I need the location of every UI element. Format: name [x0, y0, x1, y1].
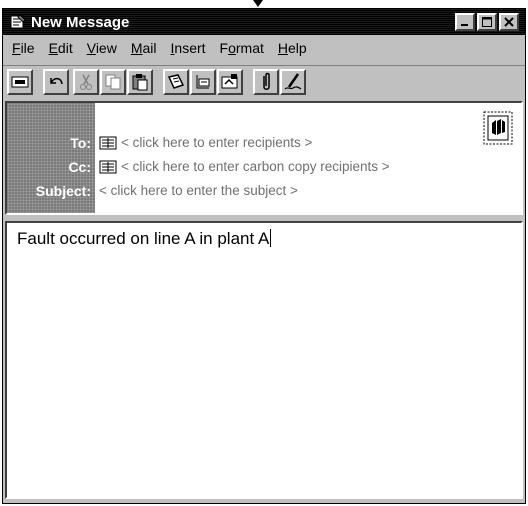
subject-label: Subject: [35, 183, 91, 199]
signature-button[interactable] [280, 69, 306, 95]
minimize-icon [461, 24, 468, 26]
menu-edit[interactable]: Edit [42, 40, 80, 56]
address-book-icon [167, 74, 185, 89]
pointer-arrow [253, 0, 263, 7]
menu-mail[interactable]: Mail [124, 40, 164, 56]
undo-button[interactable] [43, 69, 69, 95]
title-bar[interactable]: New Message [3, 9, 525, 35]
message-body-text: Fault occurred on line A in plant A [17, 229, 270, 248]
menu-format[interactable]: Format [213, 40, 271, 56]
select-names-button[interactable] [217, 69, 243, 95]
paste-button[interactable] [127, 69, 153, 95]
address-book-button[interactable] [163, 69, 189, 95]
copy-button[interactable] [100, 69, 126, 95]
stamp-icon[interactable] [483, 111, 513, 145]
paste-icon [132, 74, 148, 91]
check-names-icon [196, 75, 210, 89]
copy-icon [105, 74, 121, 90]
menu-format-mnemonic: o [228, 40, 236, 56]
cut-icon [80, 74, 92, 90]
message-window: New Message File Edit View Mail Insert F… [2, 8, 526, 504]
cc-placeholder: < click here to enter carbon copy recipi… [121, 159, 390, 174]
menu-edit-mnemonic: E [48, 40, 58, 56]
window-title: New Message [31, 13, 130, 31]
cc-label: Cc: [68, 159, 91, 175]
maximize-icon [482, 17, 492, 27]
send-button[interactable] [7, 69, 33, 95]
to-placeholder: < click here to enter recipients > [121, 135, 313, 150]
to-label: To: [70, 135, 91, 151]
close-button[interactable] [499, 13, 519, 31]
menu-help-mnemonic: H [277, 40, 289, 56]
menu-file-label: ile [20, 40, 35, 56]
subject-placeholder: < click here to enter the subject > [99, 183, 298, 198]
menu-help-label: elp [288, 40, 307, 56]
menu-file-mnemonic: F [12, 40, 21, 56]
message-app-icon[interactable] [9, 13, 27, 31]
message-header: To: Cc: Subject: < click here to enter r… [5, 101, 523, 215]
menu-mail-mnemonic: M [130, 40, 143, 56]
text-caret [270, 229, 272, 247]
maximize-button[interactable] [477, 13, 497, 31]
menu-format-pre: F [219, 40, 229, 56]
select-names-icon [221, 74, 238, 89]
menu-insert-label: nsert [174, 40, 206, 56]
header-label-column: To: Cc: Subject: [7, 103, 95, 213]
toolbar [3, 65, 525, 100]
address-card-icon [99, 136, 117, 149]
menu-file[interactable]: File [5, 40, 42, 56]
message-body[interactable]: Fault occurred on line A in plant A [5, 221, 523, 499]
menu-view-mnemonic: V [86, 40, 96, 56]
menu-help[interactable]: Help [271, 40, 314, 56]
attach-file-button[interactable] [253, 69, 279, 95]
menu-view[interactable]: View [80, 40, 124, 56]
menu-mail-label: ail [142, 40, 157, 56]
cut-button[interactable] [73, 69, 99, 95]
menu-bar: File Edit View Mail Insert Format Help [3, 36, 525, 60]
signature-icon [284, 73, 302, 90]
address-card-icon [99, 160, 117, 173]
subject-field[interactable]: < click here to enter the subject > [99, 183, 298, 198]
menu-insert[interactable]: Insert [164, 40, 213, 56]
menu-view-label: iew [95, 40, 117, 56]
menu-edit-label: dit [57, 40, 73, 56]
close-icon [504, 17, 514, 27]
to-field[interactable]: < click here to enter recipients > [99, 135, 312, 150]
menu-format-post: rmat [235, 40, 264, 56]
cc-field[interactable]: < click here to enter carbon copy recipi… [99, 159, 390, 174]
minimize-button[interactable] [455, 13, 475, 31]
undo-icon [50, 77, 63, 85]
attach-icon [263, 72, 270, 90]
send-icon [11, 76, 29, 88]
check-names-button[interactable] [190, 69, 216, 95]
